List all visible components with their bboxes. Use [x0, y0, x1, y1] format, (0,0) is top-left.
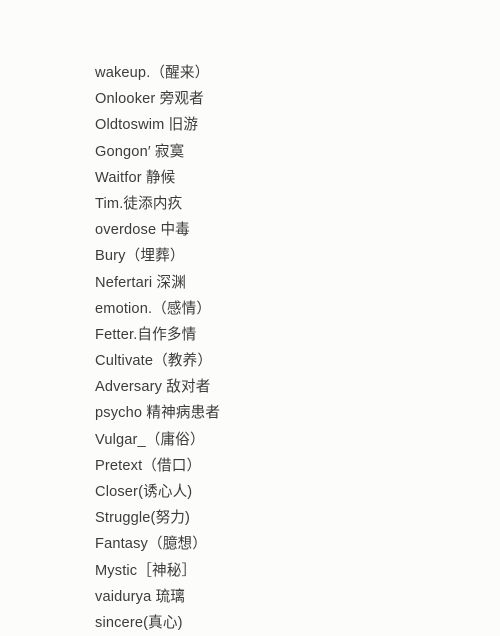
list-item: Tim.徒添内疚: [95, 195, 183, 212]
list-item: Mystic［神秘］: [95, 562, 197, 579]
list-item: Struggle(努力): [95, 510, 191, 527]
list-item: Pretext（借口）: [95, 457, 202, 474]
list-item: emotion.（感情）: [95, 300, 212, 317]
list-item: Oldtoswim 旧游: [95, 117, 199, 134]
list-item: sincere(真心): [95, 614, 183, 631]
list-item: Onlooker 旁观者: [95, 91, 204, 108]
list-item: Fantasy（臆想）: [95, 536, 207, 553]
page-canvas: wakeup.（醒来） Onlooker 旁观者 Oldtoswim 旧游 Gongo…: [0, 0, 500, 636]
list-item: Bury（埋葬）: [95, 248, 185, 265]
word-list: wakeup.（醒来） Onlooker 旁观者 Oldtoswim 旧游 Gongo…: [95, 60, 475, 636]
list-item: Cultivate（教养）: [95, 353, 213, 370]
list-item: psycho 精神病患者: [95, 405, 221, 422]
list-item: Gongon′ 寂寞: [95, 143, 185, 160]
list-item: Waitfor 静候: [95, 169, 176, 186]
list-item: Closer(诱心人): [95, 484, 193, 500]
list-item: wakeup.（醒来）: [95, 65, 210, 81]
list-item: Adversary 敌对者: [95, 379, 211, 396]
list-item: Fetter.自作多情: [95, 326, 197, 343]
list-item: overdose 中毒: [95, 222, 190, 239]
list-item: vaidurya 琉璃: [95, 588, 186, 605]
list-item: Vulgar_（庸俗）: [95, 431, 205, 448]
list-item: Nefertari 深渊: [95, 274, 187, 291]
